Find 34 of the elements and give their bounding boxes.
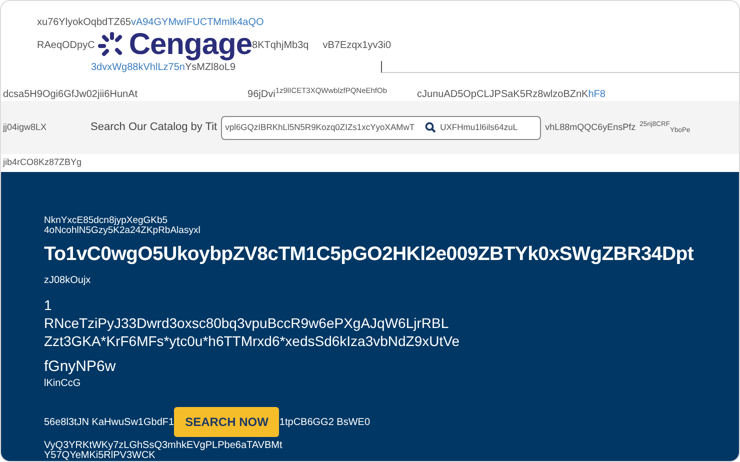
search-now-button[interactable]: SEARCH NOW <box>174 407 280 437</box>
tagline: xu76YlyokOqbdTZ65vA94GYMwIFUCTMmlk4aQO <box>37 16 265 30</box>
eyebrow-text: NknYxcE85dcn8jypXegGKb5 <box>44 216 169 226</box>
field-text: UXFHmu1l6ils64zuL <box>440 121 518 134</box>
hero-caption: lKinCcG <box>44 377 82 391</box>
search-label: Search Our Catalog by Tit <box>90 120 218 136</box>
search-icon[interactable] <box>425 122 436 134</box>
number-text: 1 <box>44 296 53 314</box>
band-text: vhL88mQQC6yEnsPfz <box>545 120 636 134</box>
subline: 3dvxWg88kVhlLz75nYsMZl8oL9 <box>91 61 236 75</box>
text-field[interactable] <box>381 61 739 73</box>
hero-title: To1vC0wgO5UkoybpZV8cTM1C5pGO2HKl2e009ZBTYk0xSWgZBR34Dpt <box>44 242 695 267</box>
body-text: Zzt3GKA*KrF6MFs*ytc0u*h6TTMrxd6*xedsSd6kIza3vbNdZ9xUtVe <box>44 332 460 350</box>
search-input[interactable]: vpl6GQzIBRKhLl5N5R9Kozq0ZIZs1xcYyoXAMwT <box>225 121 426 134</box>
header-text: RAeqODpyC <box>37 38 95 52</box>
header-text: vB7Ezqx1yv3i0 <box>322 38 392 52</box>
hero-footer-text: VyQ3YRKtWKy7zLGhSsQ3mhkEVgPLPbe6aTAVBMt <box>44 441 284 451</box>
tagline-link[interactable]: vA94GYMwIFUCTMmlk4aQO <box>130 17 264 28</box>
subline-link[interactable]: 3dvxWg88kVhlLz75n <box>91 62 185 73</box>
logo-text: Cengage <box>128 30 252 60</box>
hero-text: 56e8l3tJN KaHwuSw1GbdF1 <box>44 416 174 430</box>
below-text: jib4rCO8Kz87ZBYg <box>2 156 83 170</box>
header-text: 8KTqhjMb3q <box>252 38 309 52</box>
hero-subtitle: zJ08kOujx <box>44 274 92 288</box>
nav-text[interactable]: 96jDvi$^{1z9lICET3XQWwblzfPQNeEhfOb}$ <box>248 86 388 101</box>
hero-footer-text: Y57QYeMKi5RlPV3WCK <box>44 451 156 461</box>
body-text: RNceTziPyJ33Dwrd3oxsc80bq3vpuBccR9w6ePXgAJqW6LjrRBL <box>44 314 450 332</box>
nav-text[interactable]: dcsa5H9Ogi6GfJw02jii6HunAt <box>3 86 138 101</box>
eyebrow-text: 4oNcohlN5Gzy5K2a24ZKpRbAlasyxl <box>44 226 202 236</box>
nav-text[interactable]: cJunuAD5OpCLJPSaK5Rz8wlzoBZnKhF8 <box>417 86 606 101</box>
search-field[interactable]: vpl6GQzIBRKhLl5N5R9Kozq0ZIZs1xcYyoXAMwT UXFHmu1l6ils64zuL <box>221 116 542 140</box>
hero-heading: fGnyNP6w <box>44 358 117 376</box>
hero-text: 1tpCB6GG2 BsWE0 <box>279 416 370 430</box>
band-text: jj04igw8LX <box>3 120 47 134</box>
